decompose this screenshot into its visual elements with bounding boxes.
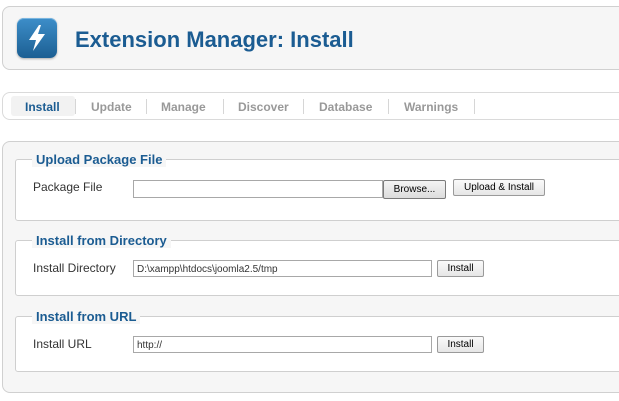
tab-separator <box>75 99 76 114</box>
header-panel: Extension Manager: Install <box>2 6 619 70</box>
install-panel: Upload Package File Package File Browse.… <box>2 141 619 393</box>
tab-warnings[interactable]: Warnings <box>404 100 458 114</box>
tab-update[interactable]: Update <box>91 100 132 114</box>
upload-install-button[interactable]: Upload & Install <box>453 179 545 196</box>
tab-database[interactable]: Database <box>319 100 372 114</box>
upload-package-fieldset: Upload Package File Package File Browse.… <box>15 152 619 221</box>
browse-button[interactable]: Browse... <box>383 180 446 199</box>
tab-discover[interactable]: Discover <box>238 100 289 114</box>
install-directory-fieldset: Install from Directory Install Directory… <box>15 233 619 296</box>
install-directory-input[interactable]: D:\xampp\htdocs\joomla2.5/tmp <box>133 260 432 277</box>
tab-separator <box>146 99 147 114</box>
lightning-bolt-icon <box>17 18 57 58</box>
tab-separator <box>303 99 304 114</box>
install-url-label: Install URL <box>33 337 92 351</box>
tab-manage[interactable]: Manage <box>161 100 206 114</box>
upload-package-legend: Upload Package File <box>32 152 167 167</box>
install-url-button[interactable]: Install <box>437 336 484 353</box>
tab-separator <box>223 99 224 114</box>
package-file-input[interactable] <box>133 180 383 198</box>
tab-install[interactable]: Install <box>25 100 60 114</box>
install-url-fieldset: Install from URL Install URL http:// Ins… <box>15 309 619 372</box>
tab-separator <box>388 99 389 114</box>
install-url-legend: Install from URL <box>32 309 141 324</box>
install-url-input[interactable]: http:// <box>133 336 432 353</box>
install-directory-button[interactable]: Install <box>437 260 484 277</box>
install-directory-legend: Install from Directory <box>32 233 171 248</box>
tab-separator <box>474 99 475 114</box>
package-file-label: Package File <box>33 180 103 194</box>
page-title: Extension Manager: Install <box>75 27 354 52</box>
install-directory-label: Install Directory <box>33 261 116 275</box>
tab-bar: Install Update Manage Discover Database … <box>2 92 619 120</box>
